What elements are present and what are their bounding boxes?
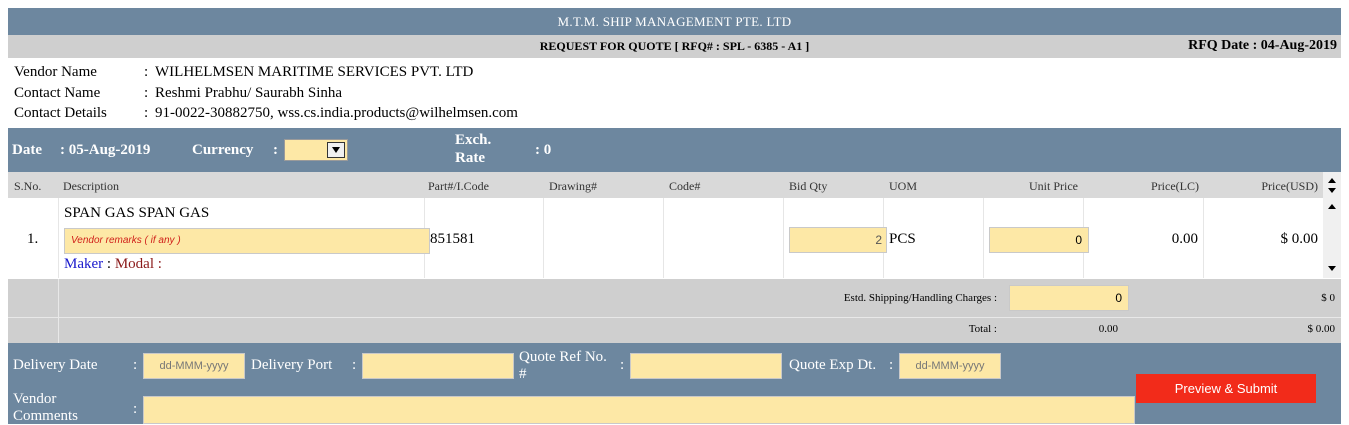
header-drawing: Drawing#: [549, 179, 597, 193]
contact-name-colon: :: [144, 85, 149, 101]
vendor-remarks-input[interactable]: Vendor remarks ( if any ): [64, 228, 430, 254]
currency-label: Currency: [192, 142, 254, 158]
date-label: Date: [12, 142, 42, 158]
header-price-lc: Price(LC): [1151, 179, 1199, 193]
total-usd: $ 0.00: [1307, 323, 1336, 335]
contact-details-value: 91-0022-30882750, wss.cs.india.products@…: [155, 105, 518, 121]
row-sno: 1.: [27, 231, 39, 247]
header-description: Description: [63, 179, 119, 193]
delivery-date-input[interactable]: dd-MMM-yyyy: [143, 353, 245, 379]
row-price-lc: 0.00: [1171, 231, 1198, 247]
preview-submit-button[interactable]: Preview & Submit: [1136, 374, 1316, 403]
maker-label: Maker: [64, 256, 104, 272]
header-bid-qty: Bid Qty: [789, 179, 828, 193]
date-currency-band: Date : 05-Aug-2019 Currency : Exch. Rate…: [8, 128, 1341, 172]
scroll-up-icon[interactable]: [1328, 204, 1336, 209]
currency-select[interactable]: [284, 139, 348, 161]
delivery-port-colon: :: [352, 357, 357, 373]
vendor-name-value: WILHELMSEN MARITIME SERVICES PVT. LTD: [155, 64, 474, 80]
vendor-name-label: Vendor Name: [14, 64, 97, 80]
row-description: SPAN GAS SPAN GAS: [64, 205, 210, 221]
summary-section: [8, 279, 1341, 343]
shipping-label: Estd. Shipping/Handling Charges :: [843, 292, 997, 304]
quote-ref-label-line1: Quote Ref No.: [519, 349, 607, 365]
contact-name-value: Reshmi Prabhu/ Saurabh Sinha: [155, 85, 343, 101]
quote-ref-input[interactable]: [630, 353, 782, 379]
quote-exp-colon: :: [889, 357, 894, 373]
quote-exp-date-input[interactable]: dd-MMM-yyyy: [899, 353, 1001, 379]
maker-modal-line: Maker : Modal :: [64, 256, 162, 273]
header-scrollbar[interactable]: [1323, 172, 1341, 198]
row-price-usd: $ 0.00: [1280, 231, 1319, 247]
items-table-header: S.No. Description Part#/I.Code Drawing# …: [8, 172, 1323, 198]
vendor-comments-input[interactable]: [143, 396, 1135, 424]
scroll-down-icon[interactable]: [1328, 188, 1336, 193]
scroll-up-icon[interactable]: [1328, 178, 1336, 183]
currency-colon: :: [273, 142, 278, 158]
contact-details-label: Contact Details: [14, 105, 107, 121]
rfq-title: REQUEST FOR QUOTE [ RFQ# : SPL - 6385 - …: [539, 39, 810, 53]
exch-rate-value: : 0: [535, 142, 552, 158]
vendor-comments-label-line2: Comments: [13, 408, 79, 424]
quote-ref-label-line2: #: [519, 366, 527, 382]
delivery-port-label: Delivery Port: [251, 357, 333, 373]
chevron-down-icon[interactable]: [327, 142, 345, 158]
quote-exp-label: Quote Exp Dt.: [789, 357, 877, 373]
header-uom: UOM: [889, 179, 918, 193]
company-title: M.T.M. SHIP MANAGEMENT PTE. LTD: [8, 8, 1341, 35]
bid-qty-input[interactable]: 2: [789, 227, 887, 253]
table-scrollbar[interactable]: [1323, 198, 1341, 278]
quote-ref-colon: :: [620, 357, 625, 373]
vendor-remarks-placeholder: Vendor remarks ( if any ): [71, 235, 181, 246]
total-lc: 0.00: [1098, 323, 1118, 335]
delivery-port-input[interactable]: [362, 353, 514, 379]
shipping-charges-input[interactable]: 0: [1009, 285, 1129, 311]
header-price-usd: Price(USD): [1261, 179, 1318, 193]
row-part-code: 851581: [430, 231, 475, 247]
shipping-usd: $ 0: [1321, 292, 1335, 304]
exch-rate-label-line2: Rate: [455, 150, 485, 166]
vendor-name-colon: :: [144, 64, 149, 80]
header-part-code: Part#/I.Code: [428, 179, 489, 193]
scroll-down-icon[interactable]: [1328, 266, 1336, 271]
contact-name-label: Contact Name: [14, 85, 101, 101]
delivery-date-label: Delivery Date: [13, 357, 98, 373]
modal-label: Modal :: [114, 256, 162, 272]
exch-rate-label-line1: Exch.: [455, 132, 492, 148]
maker-sep: :: [106, 256, 112, 272]
header-sno: S.No.: [14, 179, 42, 193]
header-unit-price: Unit Price: [1029, 179, 1078, 193]
row-uom: PCS: [889, 231, 916, 247]
header-code: Code#: [669, 179, 701, 193]
vendor-comments-colon: :: [133, 401, 138, 417]
delivery-date-colon: :: [133, 357, 138, 373]
rfq-date: RFQ Date : 04-Aug-2019: [1188, 38, 1337, 53]
date-value: : 05-Aug-2019: [60, 142, 151, 158]
total-label: Total :: [968, 323, 997, 335]
contact-details-colon: :: [144, 105, 149, 121]
unit-price-input[interactable]: 0: [989, 227, 1089, 253]
vendor-comments-label-line1: Vendor: [13, 391, 57, 407]
